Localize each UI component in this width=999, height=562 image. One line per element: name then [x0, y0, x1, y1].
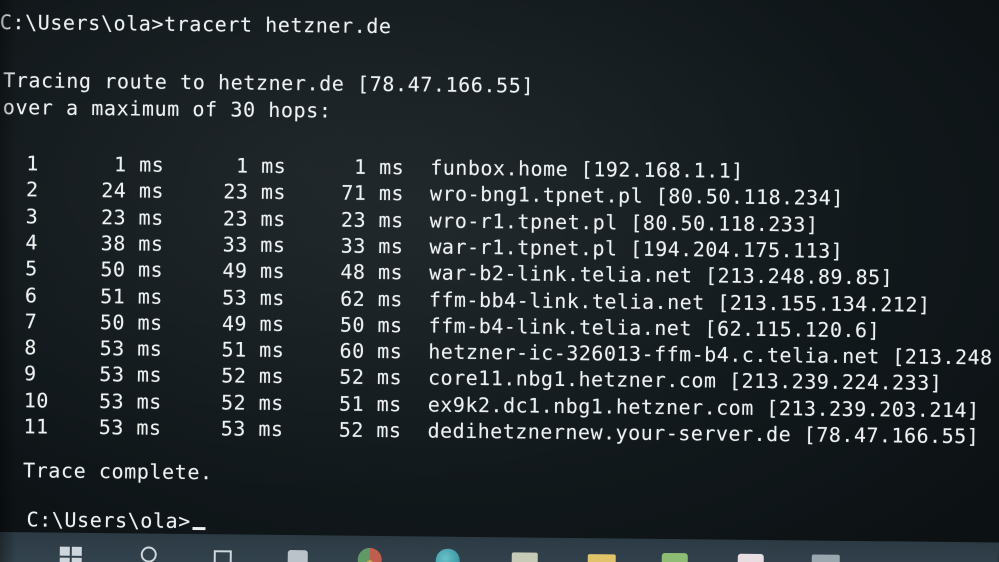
hop-time-2: 33 ms — [222, 232, 286, 257]
hop-number: 7 — [24, 309, 38, 334]
store-icon[interactable] — [286, 545, 312, 562]
hop-time-2: 53 ms — [222, 284, 286, 310]
hop-time-3: 52 ms — [339, 364, 403, 390]
hop-time-3: 48 ms — [340, 259, 404, 285]
prompt-line[interactable]: C:\Users\ola> — [26, 507, 206, 533]
hop-time-1: 24 ms — [101, 178, 165, 204]
hop-time-2: 51 ms — [221, 337, 285, 363]
hop-time-3: 52 ms — [338, 417, 402, 443]
trace-header-line: Tracing route to hetzner.de [78.47.166.5… — [3, 68, 535, 98]
hop-time-1: 53 ms — [99, 336, 163, 361]
app-icon[interactable] — [738, 550, 764, 562]
folder-icon[interactable] — [588, 548, 614, 562]
hop-time-3: 1 ms — [353, 154, 405, 180]
search-icon[interactable] — [138, 543, 164, 562]
task-view-icon[interactable] — [210, 544, 236, 562]
text-cursor — [192, 527, 206, 531]
app-icon[interactable] — [812, 551, 838, 562]
hop-time-1: 1 ms — [113, 152, 165, 177]
hop-time-1: 38 ms — [100, 230, 164, 256]
command-prompt-window[interactable]: C:\Users\ola>tracert hetzner.de Tracing … — [0, 0, 999, 540]
hop-number: 11 — [23, 414, 49, 439]
hop-time-1: 51 ms — [100, 283, 164, 309]
chrome-icon[interactable] — [358, 546, 384, 562]
hop-time-3: 33 ms — [340, 233, 404, 259]
hop-host: funbox.home [192.168.1.1] — [430, 155, 744, 183]
hop-time-3: 50 ms — [339, 312, 403, 338]
hop-host: war-r1.tpnet.pl [194.204.175.113] — [429, 234, 844, 263]
hop-number: 6 — [24, 282, 38, 307]
hop-number: 10 — [23, 387, 50, 413]
hop-time-1: 50 ms — [99, 309, 163, 335]
command-line: C:\Users\ola>tracert hetzner.de — [0, 9, 392, 39]
hop-time-2: 23 ms — [223, 179, 287, 205]
hop-time-3: 71 ms — [341, 180, 405, 206]
hop-time-3: 62 ms — [340, 286, 404, 311]
hop-time-1: 23 ms — [100, 204, 164, 230]
hop-time-2: 49 ms — [221, 311, 285, 336]
hop-time-1: 53 ms — [98, 415, 162, 440]
hop-number: 4 — [25, 230, 39, 255]
edge-icon[interactable] — [436, 547, 462, 562]
hop-host: dedihetznernew.your-server.de [78.47.166… — [427, 418, 980, 449]
hop-time-3: 60 ms — [339, 338, 403, 364]
windows-start-icon[interactable] — [58, 543, 84, 562]
trace-max-hops-line: over a maximum of 30 hops: — [2, 95, 332, 123]
hop-list: 1 1 ms 1 ms 1 ms funbox.home [192.168.1.1] 2 2… — [0, 0, 999, 448]
hop-time-2: 1 ms — [235, 153, 287, 179]
hop-time-2: 52 ms — [221, 363, 285, 389]
hop-time-2: 49 ms — [222, 258, 286, 284]
hop-number: 8 — [24, 335, 38, 360]
hop-time-1: 50 ms — [100, 257, 164, 282]
hop-number: 2 — [25, 177, 39, 202]
hop-time-2: 53 ms — [220, 416, 284, 441]
trace-complete-text: Trace complete. — [22, 458, 213, 485]
app-icon[interactable] — [662, 549, 688, 562]
photo-of-screen: C:\Users\ola>tracert hetzner.de Tracing … — [0, 0, 999, 562]
hop-number: 9 — [23, 361, 37, 386]
hop-number: 1 — [26, 151, 39, 176]
hop-number: 5 — [25, 256, 38, 281]
hop-time-3: 23 ms — [340, 207, 404, 232]
hop-host: wro-r1.tpnet.pl [80.50.118.233] — [429, 208, 819, 237]
hop-time-1: 53 ms — [98, 388, 162, 414]
prompt-text: C:\Users\ola> — [26, 507, 192, 534]
app-icon[interactable] — [512, 547, 538, 562]
hop-host: wro-bng1.tpnet.pl [80.50.118.234] — [429, 181, 844, 211]
hop-time-2: 52 ms — [220, 390, 284, 415]
hop-time-3: 51 ms — [338, 391, 402, 416]
hop-time-1: 53 ms — [99, 362, 163, 388]
hop-time-2: 23 ms — [222, 205, 286, 231]
hop-number: 3 — [25, 203, 39, 229]
